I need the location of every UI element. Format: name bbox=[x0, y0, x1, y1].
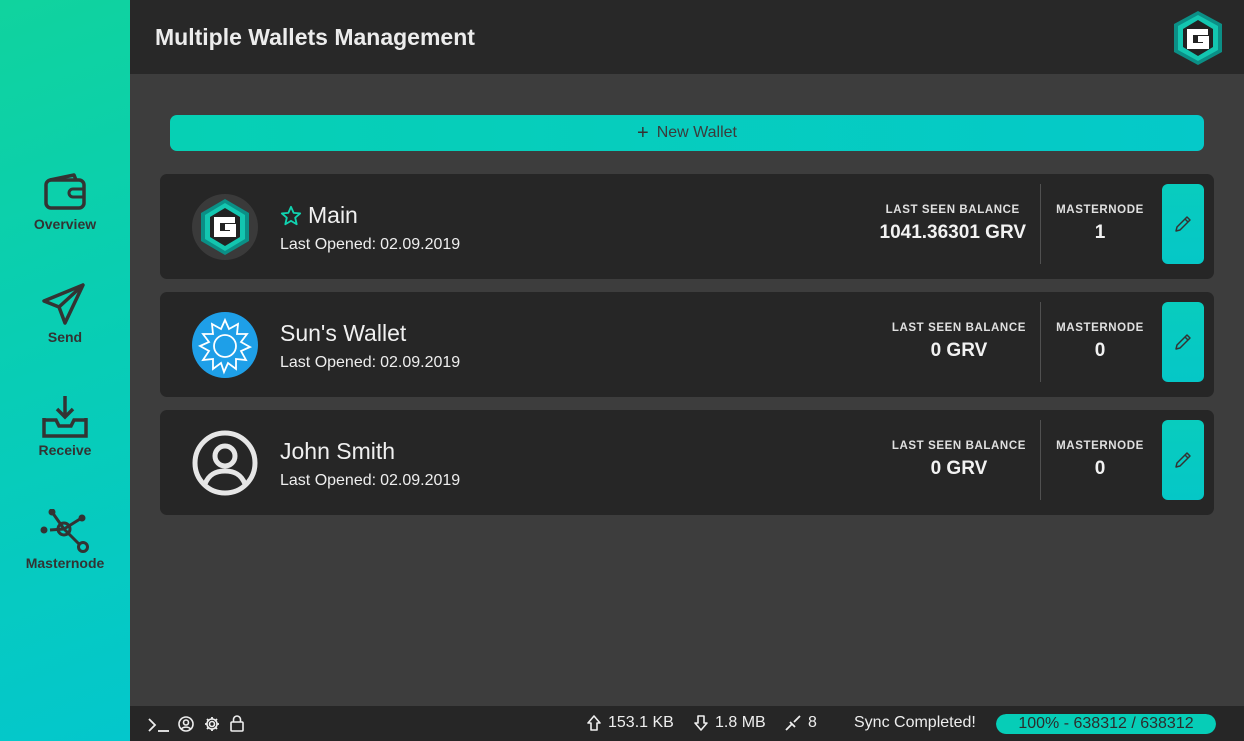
wallet-icon bbox=[44, 173, 86, 210]
sidebar-item-label: Send bbox=[47, 329, 83, 345]
masternode-block: MASTERNODE 1 bbox=[1050, 204, 1150, 244]
wallet-name: John Smith bbox=[280, 438, 396, 464]
divider bbox=[1040, 302, 1041, 382]
status-bar: 153.1 KB 1.8 MB 8 Sync Completed! 100% -… bbox=[130, 706, 1244, 741]
balance-value: 0 GRV bbox=[930, 340, 988, 361]
edit-wallet-button[interactable] bbox=[1162, 302, 1204, 382]
download-stat: 1.8 MB bbox=[693, 714, 766, 732]
edit-wallet-button[interactable] bbox=[1162, 420, 1204, 500]
masternode-block: MASTERNODE 0 bbox=[1050, 440, 1150, 480]
sync-progress-bar: 100% - 638312 / 638312 bbox=[996, 714, 1216, 734]
terminal-icon[interactable] bbox=[148, 718, 170, 732]
last-opened: Last Opened: 02.09.2019 bbox=[280, 472, 460, 490]
gear-icon[interactable] bbox=[204, 716, 220, 732]
last-opened: Last Opened: 02.09.2019 bbox=[280, 354, 460, 372]
masternode-count: 1 bbox=[1094, 222, 1106, 243]
last-opened-date: 02.09.2019 bbox=[380, 236, 461, 253]
peers-stat: 8 bbox=[784, 714, 817, 732]
sidebar-item-overview[interactable]: Overview bbox=[0, 170, 130, 232]
sidebar: Overview Send Receive Masternode bbox=[0, 0, 130, 741]
user-icon[interactable] bbox=[178, 716, 194, 732]
grv-logo-icon bbox=[1174, 11, 1222, 65]
masternode-label: MASTERNODE bbox=[1056, 322, 1144, 334]
inbox-download-icon bbox=[42, 396, 88, 438]
balance-value: 1041.36301 GRV bbox=[879, 222, 1027, 243]
paper-plane-icon bbox=[42, 283, 85, 325]
sync-status: Sync Completed! bbox=[854, 714, 976, 731]
sidebar-item-label: Overview bbox=[33, 216, 97, 232]
wallet-name: Main bbox=[308, 202, 358, 228]
balance-block: LAST SEEN BALANCE 0 GRV bbox=[892, 322, 1026, 362]
sidebar-item-label: Masternode bbox=[25, 555, 105, 571]
balance-value: 0 GRV bbox=[930, 458, 988, 479]
new-wallet-label: New Wallet bbox=[656, 124, 737, 141]
sidebar-item-masternode[interactable]: Masternode bbox=[0, 509, 130, 571]
upload-value: 153.1 KB bbox=[608, 714, 674, 731]
pencil-icon bbox=[1175, 452, 1191, 468]
upload-stat: 153.1 KB bbox=[586, 714, 674, 732]
page-title: Multiple Wallets Management bbox=[155, 24, 475, 50]
last-opened-label: Last Opened: bbox=[280, 354, 377, 371]
upload-arrow-icon bbox=[587, 715, 601, 731]
masternode-label: MASTERNODE bbox=[1056, 204, 1144, 216]
sidebar-item-receive[interactable]: Receive bbox=[0, 396, 130, 458]
download-arrow-icon bbox=[694, 715, 708, 731]
divider bbox=[1040, 184, 1041, 264]
download-value: 1.8 MB bbox=[715, 714, 766, 731]
last-opened-label: Last Opened: bbox=[280, 236, 377, 253]
last-opened: Last Opened: 02.09.2019 bbox=[280, 236, 460, 254]
divider bbox=[1040, 420, 1041, 500]
pencil-icon bbox=[1175, 334, 1191, 350]
last-opened-label: Last Opened: bbox=[280, 472, 377, 489]
masternode-count: 0 bbox=[1094, 340, 1106, 361]
masternode-block: MASTERNODE 0 bbox=[1050, 322, 1150, 362]
balance-label: LAST SEEN BALANCE bbox=[891, 322, 1026, 334]
balance-block: LAST SEEN BALANCE 0 GRV bbox=[892, 440, 1026, 480]
user-circle-icon bbox=[192, 430, 258, 496]
progress-text: 100% - 638312 / 638312 bbox=[1018, 715, 1194, 732]
wallet-name: Sun's Wallet bbox=[280, 320, 407, 346]
peers-connection-icon bbox=[785, 715, 801, 731]
wallet-card[interactable]: Sun's Wallet Last Opened: 02.09.2019 LAST… bbox=[160, 292, 1214, 397]
grv-logo-icon bbox=[192, 194, 258, 260]
last-opened-date: 02.09.2019 bbox=[380, 472, 461, 489]
pencil-icon bbox=[1175, 216, 1191, 232]
star-icon[interactable] bbox=[280, 205, 302, 227]
balance-label: LAST SEEN BALANCE bbox=[885, 204, 1020, 216]
edit-wallet-button[interactable] bbox=[1162, 184, 1204, 264]
balance-label: LAST SEEN BALANCE bbox=[891, 440, 1026, 452]
network-nodes-icon bbox=[40, 509, 89, 553]
sidebar-item-send[interactable]: Send bbox=[0, 283, 130, 345]
plus-icon: + bbox=[637, 122, 649, 144]
last-opened-date: 02.09.2019 bbox=[380, 354, 461, 371]
new-wallet-button[interactable]: + New Wallet bbox=[170, 115, 1204, 151]
sidebar-item-label: Receive bbox=[38, 442, 92, 458]
masternode-count: 0 bbox=[1094, 458, 1106, 479]
balance-block: LAST SEEN BALANCE 1041.36301 GRV bbox=[880, 204, 1027, 244]
masternode-label: MASTERNODE bbox=[1056, 440, 1144, 452]
lock-icon[interactable] bbox=[230, 715, 244, 732]
wallet-card[interactable]: Main Last Opened: 02.09.2019 LAST SEEN BA… bbox=[160, 174, 1214, 279]
peers-value: 8 bbox=[808, 714, 817, 731]
sun-icon bbox=[192, 312, 258, 378]
header: Multiple Wallets Management bbox=[130, 0, 1244, 74]
wallet-card[interactable]: John Smith Last Opened: 02.09.2019 LAST S… bbox=[160, 410, 1214, 515]
